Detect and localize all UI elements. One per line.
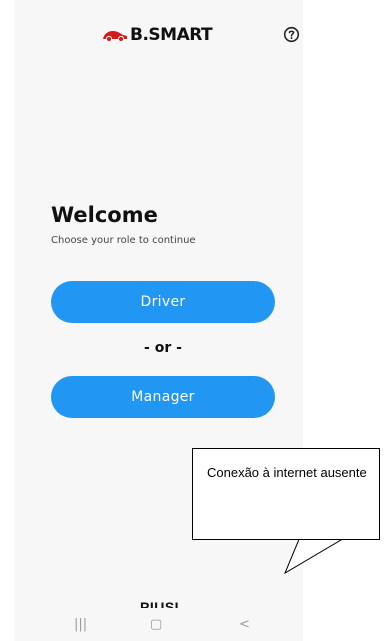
callout-text: Conexão à internet ausente <box>207 465 367 480</box>
page-subtitle: Choose your role to continue <box>51 235 196 246</box>
callout-annotation: Conexão à internet ausente <box>192 448 380 540</box>
driver-button[interactable]: Driver <box>51 281 275 323</box>
app-header: B.SMART <box>14 0 303 70</box>
page-title: Welcome <box>51 203 158 227</box>
manager-button[interactable]: Manager <box>51 376 275 418</box>
or-separator: - or - <box>144 340 182 356</box>
brand-logo: B.SMART <box>102 25 213 45</box>
car-logo-icon <box>103 31 127 42</box>
help-circle-icon[interactable] <box>283 26 300 43</box>
brand-name: B.SMART <box>130 25 213 45</box>
system-navigation-bar: ||| ▢ < <box>14 608 303 641</box>
back-icon[interactable]: < <box>239 618 250 632</box>
app-screen: B.SMART Welcome Choose your role to cont… <box>14 0 303 641</box>
home-icon[interactable]: ▢ <box>150 618 162 632</box>
recents-icon[interactable]: ||| <box>74 618 87 632</box>
